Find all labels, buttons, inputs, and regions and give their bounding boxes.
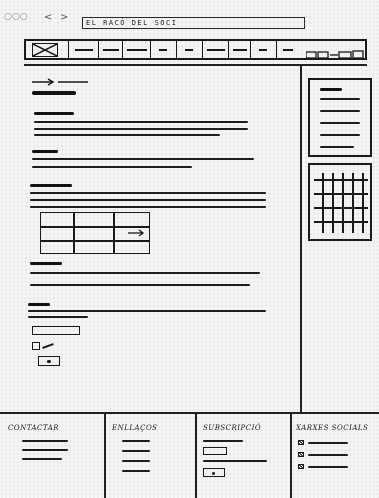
address-bar[interactable]: EL RACÓ DEL SOCI — [82, 17, 305, 29]
menu-item-9[interactable] — [276, 41, 300, 58]
footer-link[interactable] — [122, 440, 150, 442]
text-line — [34, 121, 248, 123]
social-network-icon[interactable] — [298, 464, 304, 469]
text-line — [28, 316, 88, 318]
checkbox-label — [42, 343, 54, 349]
text-line — [28, 310, 266, 312]
breadcrumb[interactable] — [32, 72, 92, 91]
text-line — [30, 192, 266, 194]
footer-link[interactable] — [122, 470, 150, 472]
text-line — [30, 272, 260, 274]
sidebar-divider — [300, 66, 302, 412]
cursor-icon — [128, 222, 148, 241]
text-line — [30, 284, 250, 286]
footer-column-divider — [195, 414, 197, 498]
subscribe-button[interactable] — [203, 468, 225, 477]
sidebar-widget-calendar[interactable] — [308, 163, 372, 241]
section-heading — [32, 150, 58, 153]
section-heading — [30, 184, 72, 187]
section-heading — [30, 262, 62, 265]
arrow-right-icon — [32, 78, 88, 86]
footer-column-divider — [104, 414, 106, 498]
sidebar-widget-text — [308, 78, 372, 157]
text-line — [32, 166, 192, 168]
main-navbar — [24, 39, 367, 60]
menu-item-4[interactable] — [150, 41, 176, 58]
menu-item-1[interactable] — [68, 41, 98, 58]
text-line — [30, 199, 266, 201]
subscribe-input[interactable] — [203, 447, 227, 455]
forward-button[interactable]: > — [60, 12, 68, 23]
footer-column-divider — [290, 414, 292, 498]
footer-link[interactable] — [122, 460, 150, 462]
text-line — [34, 128, 248, 130]
menu-item-7[interactable] — [228, 41, 250, 58]
checkbox[interactable] — [32, 342, 40, 350]
address-text: EL RACÓ DEL SOCI — [86, 19, 178, 27]
comment-input[interactable] — [32, 326, 80, 335]
footer-link[interactable] — [122, 450, 150, 452]
page-title — [32, 91, 76, 95]
menu-item-2[interactable] — [98, 41, 122, 58]
footer-divider — [0, 412, 379, 414]
menu-item-6[interactable] — [202, 41, 228, 58]
footer-links-title: ENLLAÇOS — [112, 424, 158, 432]
section-heading — [34, 112, 74, 115]
footer-subscribe-title: SUBSCRIPCIÓ — [203, 424, 262, 432]
section-heading — [28, 303, 50, 306]
text-line — [30, 206, 266, 208]
footer-social-title: XARXES SOCIALS — [296, 424, 369, 432]
header-divider — [24, 64, 367, 66]
social-network-icon[interactable] — [298, 452, 304, 457]
menu-item-8[interactable] — [250, 41, 276, 58]
window-controls[interactable]: ○○○ — [4, 12, 28, 22]
menu-item-3[interactable] — [122, 41, 150, 58]
menu-item-5[interactable] — [176, 41, 202, 58]
back-button[interactable]: < — [44, 12, 52, 23]
text-line — [32, 158, 254, 160]
social-network-icon[interactable] — [298, 440, 304, 445]
logo-placeholder-icon[interactable] — [32, 43, 58, 57]
text-line — [34, 134, 220, 136]
submit-button[interactable] — [38, 356, 60, 366]
footer-contact-title: CONTACTAR — [8, 424, 60, 432]
utility-icons[interactable] — [305, 45, 366, 64]
